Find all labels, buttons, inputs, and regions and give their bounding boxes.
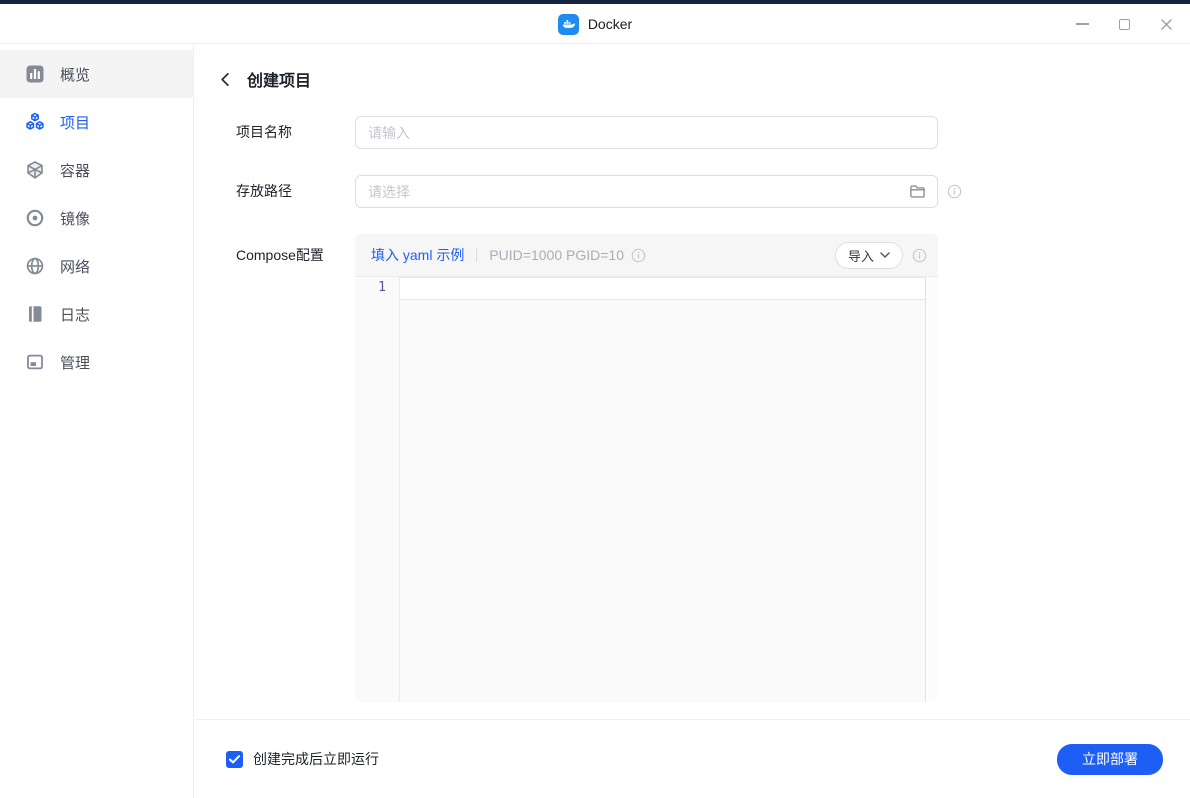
folder-icon[interactable] — [909, 183, 926, 200]
project-name-row: 项目名称 — [195, 116, 1190, 149]
fill-yaml-sample-link[interactable]: 填入 yaml 示例 — [371, 245, 464, 265]
puid-pgid-text: PUID=1000 PGID=10 — [489, 247, 624, 263]
sidebar-item-label: 项目 — [60, 112, 90, 133]
window-title: Docker — [588, 16, 632, 32]
storage-path-label: 存放路径 — [236, 175, 355, 207]
chevron-down-icon — [880, 252, 890, 258]
sidebar-item-logs[interactable]: 日志 — [0, 290, 193, 338]
compose-row: Compose配置 填入 yaml 示例 PUID=1000 PGID=10 导… — [195, 234, 1190, 702]
compose-editor-box: 填入 yaml 示例 PUID=1000 PGID=10 导入 — [355, 234, 938, 702]
sidebar-item-label: 管理 — [60, 352, 90, 373]
line-number: 1 — [355, 277, 399, 300]
import-button-label: 导入 — [848, 246, 874, 265]
puid-info-icon[interactable] — [631, 248, 646, 263]
close-icon[interactable] — [1156, 14, 1176, 34]
logs-icon — [25, 304, 45, 324]
editor-scrollbar-track[interactable] — [925, 277, 938, 702]
sidebar-item-manage[interactable]: 管理 — [0, 338, 193, 386]
sidebar-item-projects[interactable]: 项目 — [0, 98, 193, 146]
sidebar-item-containers[interactable]: 容器 — [0, 146, 193, 194]
page-header: 创建项目 — [195, 45, 1190, 91]
docker-app-icon — [558, 14, 579, 35]
editor-gutter: 1 — [355, 277, 400, 702]
main-content: 创建项目 项目名称 存放路径 Compose配置 填入 yaml 示例 — [195, 45, 1190, 798]
yaml-editor: 1 — [355, 277, 938, 702]
projects-icon — [25, 112, 45, 132]
storage-path-field — [355, 175, 938, 208]
storage-path-row: 存放路径 — [195, 175, 1190, 208]
path-info-icon[interactable] — [947, 184, 962, 199]
toolbar-right: 导入 — [835, 242, 927, 269]
manage-icon — [25, 352, 45, 372]
import-info-icon[interactable] — [912, 248, 927, 263]
code-area[interactable] — [400, 277, 925, 702]
titlebar-center: Docker — [0, 4, 1190, 44]
active-line — [400, 277, 925, 300]
deploy-now-button[interactable]: 立即部署 — [1057, 744, 1163, 775]
images-icon — [25, 208, 45, 228]
sidebar-item-images[interactable]: 镜像 — [0, 194, 193, 242]
compose-label: Compose配置 — [236, 234, 355, 277]
run-after-create-label[interactable]: 创建完成后立即运行 — [253, 749, 379, 769]
sidebar-item-label: 容器 — [60, 160, 90, 181]
import-button[interactable]: 导入 — [835, 242, 903, 269]
page-title: 创建项目 — [247, 67, 311, 91]
sidebar-item-label: 网络 — [60, 256, 90, 277]
project-name-input[interactable] — [355, 116, 938, 149]
storage-path-input[interactable] — [355, 175, 938, 208]
overview-icon — [25, 64, 45, 84]
toolbar-divider — [476, 248, 477, 262]
sidebar-item-overview[interactable]: 概览 — [0, 50, 193, 98]
sidebar-item-label: 日志 — [60, 304, 90, 325]
sidebar: 概览 项目 容器 镜像 网络 — [0, 45, 194, 798]
network-icon — [25, 256, 45, 276]
maximize-icon[interactable] — [1114, 14, 1134, 34]
footer-bar: 创建完成后立即运行 立即部署 — [195, 719, 1190, 798]
titlebar: Docker — [0, 4, 1190, 44]
sidebar-item-label: 概览 — [60, 64, 90, 85]
compose-toolbar: 填入 yaml 示例 PUID=1000 PGID=10 导入 — [355, 234, 938, 277]
minimize-icon[interactable] — [1072, 14, 1092, 34]
sidebar-item-network[interactable]: 网络 — [0, 242, 193, 290]
back-icon[interactable] — [216, 70, 234, 88]
create-project-form: 项目名称 存放路径 Compose配置 填入 yaml 示例 PUID=1 — [195, 116, 1190, 702]
sidebar-item-label: 镜像 — [60, 208, 90, 229]
containers-icon — [25, 160, 45, 180]
window-controls — [1072, 4, 1176, 44]
project-name-label: 项目名称 — [236, 116, 355, 148]
run-after-create-checkbox[interactable] — [226, 751, 243, 768]
